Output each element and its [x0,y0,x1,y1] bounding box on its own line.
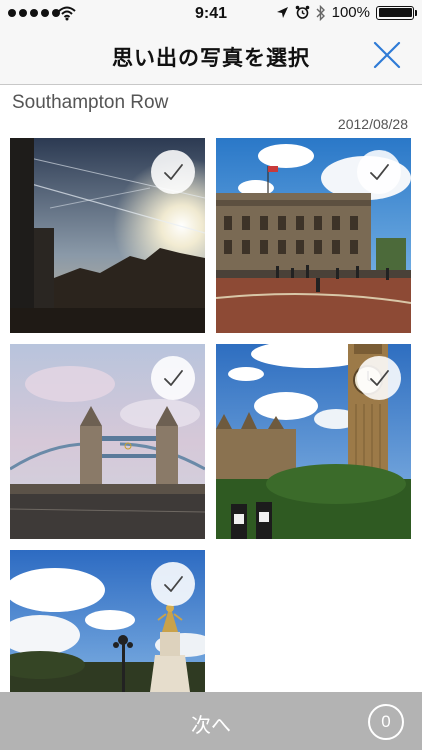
photo-item[interactable] [10,550,205,692]
selection-check[interactable] [151,150,195,194]
selection-check[interactable] [357,150,401,194]
checkmark-icon [164,370,183,386]
battery-icon [376,5,417,20]
location-arrow-icon [276,7,288,18]
checkmark-icon [370,370,389,386]
close-button[interactable] [372,40,402,70]
checkmark-icon [370,164,389,180]
next-button[interactable]: 次へ [0,709,422,738]
album-location-title: Southampton Row [12,92,169,113]
bluetooth-icon [316,4,325,21]
selection-check[interactable] [151,356,195,400]
album-date: 2012/08/28 [337,116,408,132]
page-title: 思い出の写真を選択 [112,47,310,70]
photo-item[interactable] [216,344,411,539]
alarm-icon [295,5,309,19]
selection-count-badge: 0 [368,704,404,740]
bottom-toolbar: 次へ 0 [0,692,422,750]
checkmark-icon [164,576,183,592]
navigation-bar: 思い出の写真を選択 [0,28,422,85]
battery-percent: 100% [331,4,370,21]
status-right-group: 100% [276,4,417,21]
close-icon [373,41,401,69]
status-bar: 9:41 100% [0,0,422,28]
checkmark-icon [164,164,183,180]
selection-check[interactable] [151,562,195,606]
photo-item[interactable] [10,138,205,333]
selection-check[interactable] [357,356,401,400]
photo-item[interactable] [216,138,411,333]
photo-item[interactable] [10,344,205,539]
